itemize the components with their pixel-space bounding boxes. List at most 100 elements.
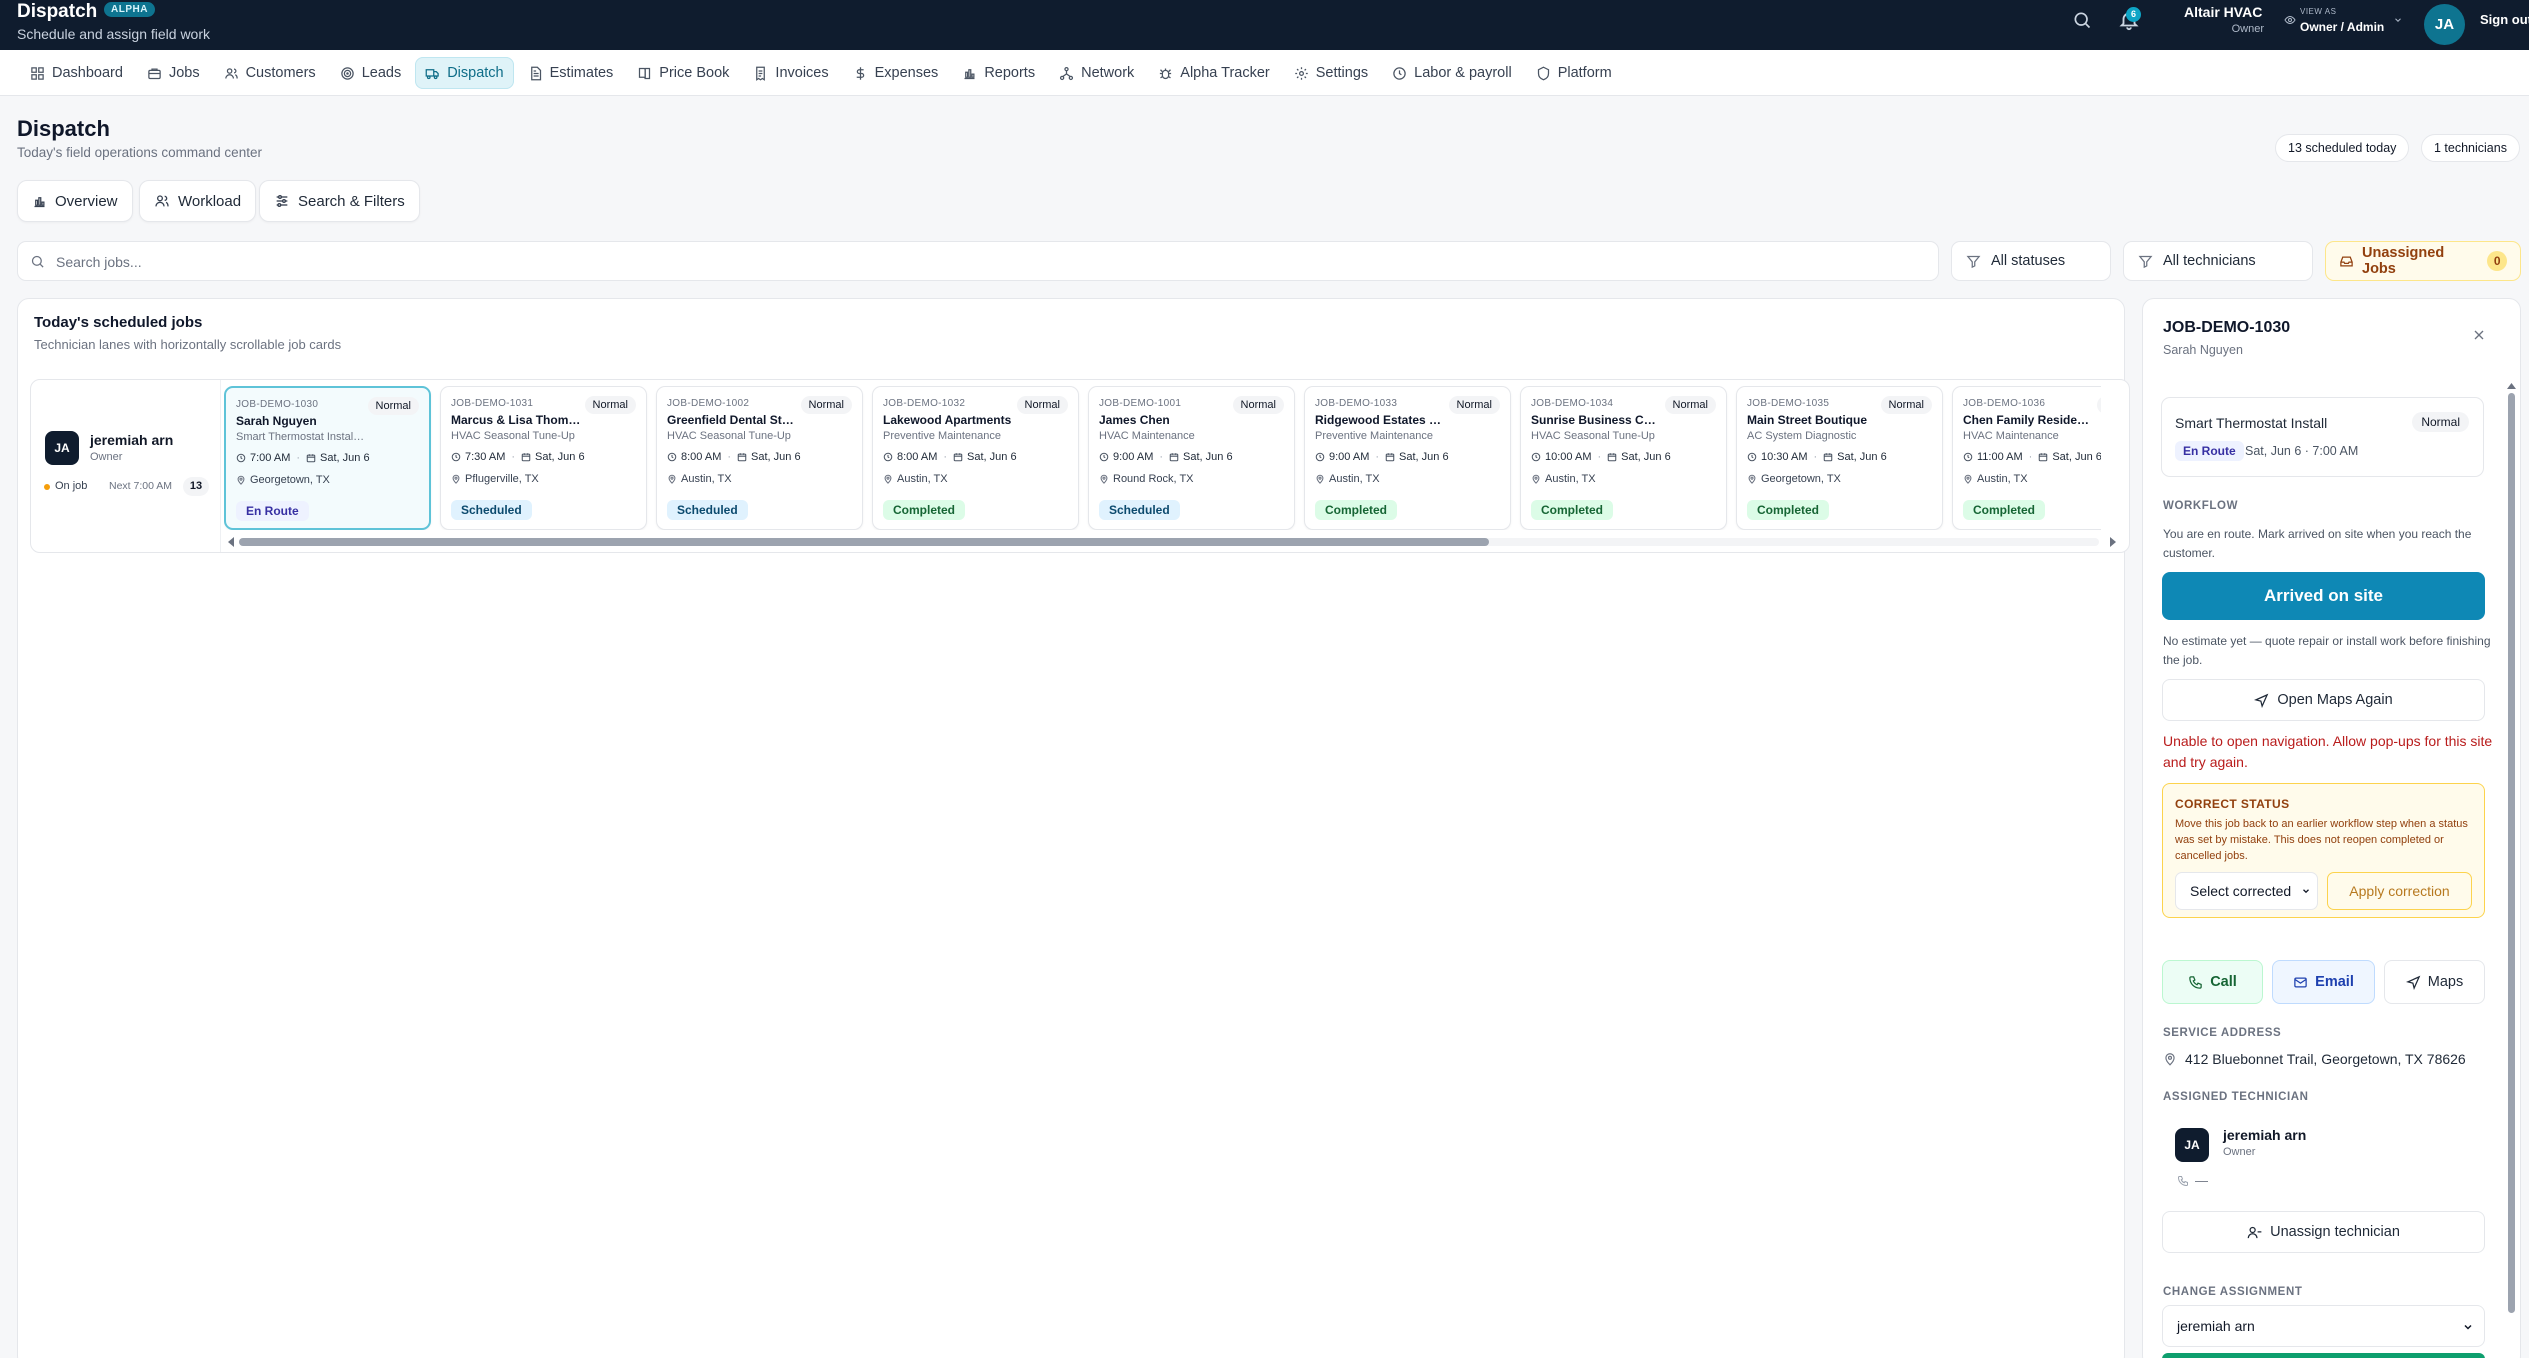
call-label: Call (2210, 974, 2237, 990)
nav-item-labor-payroll[interactable]: Labor & payroll (1382, 57, 1522, 89)
bug-icon (1158, 66, 1173, 81)
job-card-priority: Normal (1232, 396, 1284, 414)
nav-item-expenses[interactable]: Expenses (843, 57, 949, 89)
briefcase-icon (147, 66, 162, 81)
nav-item-label: Jobs (168, 65, 200, 81)
unassigned-jobs-button[interactable]: Unassigned Jobs 0 (2325, 241, 2521, 281)
nav-item-customers[interactable]: Customers (214, 57, 326, 89)
detail-job-summary: Smart Thermostat Install Normal En Route… (2161, 397, 2484, 477)
inbox-icon (2339, 254, 2354, 269)
email-button[interactable]: Email (2272, 960, 2375, 1004)
job-card[interactable]: JOB-DEMO-1030 Normal Sarah Nguyen Smart The… (224, 386, 431, 530)
clock-icon (667, 452, 677, 462)
job-card-date: Sat, Jun 6 (751, 451, 801, 463)
nav-item-dispatch[interactable]: Dispatch (415, 57, 514, 89)
technician-role: Owner (90, 451, 123, 463)
service-address-text: 412 Bluebonnet Trail, Georgetown, TX 786… (2185, 1051, 2466, 1067)
chevron-down-icon[interactable] (2393, 15, 2403, 25)
map-pin-icon (667, 474, 677, 484)
job-card-status-badge: Completed (1531, 500, 1614, 520)
job-search[interactable] (17, 241, 1939, 281)
job-card-date: Sat, Jun 6 (1183, 451, 1233, 463)
vertical-scrollbar[interactable] (2508, 393, 2515, 1313)
sign-out-link[interactable]: Sign out (2480, 12, 2529, 27)
nav-item-jobs[interactable]: Jobs (137, 57, 210, 89)
job-card-schedule: 10:00 AM · Sat, Jun 6 (1531, 451, 1671, 463)
map-pin-icon (1315, 474, 1325, 484)
job-card-id: JOB-DEMO-1031 (451, 398, 534, 409)
correct-status-text: Move this job back to an earlier workflo… (2175, 818, 2468, 862)
job-card[interactable]: JOB-DEMO-1001 Normal James Chen HVAC Mainte… (1088, 386, 1295, 530)
technician-filter[interactable]: All technicians (2123, 241, 2313, 281)
nav-item-network[interactable]: Network (1049, 57, 1144, 89)
assign-button[interactable] (2162, 1353, 2485, 1358)
nav-item-reports[interactable]: Reports (952, 57, 1045, 89)
job-card-status-badge: Completed (1747, 500, 1830, 520)
job-card[interactable]: JOB-DEMO-1031 NormalMarcus & Lisa Thompso… (440, 386, 647, 530)
job-card-location-text: Round Rock, TX (1113, 473, 1194, 485)
nav-item-label: Estimates (549, 65, 614, 81)
job-card[interactable]: JOB-DEMO-1032 Normal Lakewood Apartments Pr… (872, 386, 1079, 530)
job-card-location: Round Rock, TX (1099, 473, 1194, 485)
nav-item-leads[interactable]: Leads (330, 57, 412, 89)
job-card-strip[interactable]: JOB-DEMO-1030 Normal Sarah Nguyen Smart The… (224, 386, 2101, 530)
job-card[interactable]: JOB-DEMO-1033 Normal Ridgewood Estates HOA… (1304, 386, 1511, 530)
job-card[interactable]: JOB-DEMO-1002 Normal Greenfield Dental Stu… (656, 386, 863, 530)
eye-icon (2284, 14, 2296, 26)
scroll-right-icon[interactable] (2109, 537, 2117, 547)
nav-item-price-book[interactable]: Price Book (627, 57, 739, 89)
job-card-time: 7:00 AM (250, 452, 291, 464)
unassign-technician-button[interactable]: Unassign technician (2162, 1211, 2485, 1253)
company-name: Altair HVAC (2184, 4, 2263, 20)
arrived-on-site-button[interactable]: Arrived on site (2162, 572, 2485, 620)
scheduled-today-pill: 13 scheduled today (2275, 134, 2410, 162)
top-bar: Dispatch ALPHA Schedule and assign field… (0, 0, 2529, 50)
job-card-priority: Normal (800, 396, 852, 414)
nav-item-alpha-tracker[interactable]: Alpha Tracker (1148, 57, 1279, 89)
technician-next-job: Next 7:00 AM (109, 480, 173, 492)
job-card-id: JOB-DEMO-1001 (1099, 398, 1182, 409)
view-as-selector[interactable]: Owner / Admin (2300, 20, 2384, 34)
nav-item-dashboard[interactable]: Dashboard (20, 57, 133, 89)
job-card[interactable]: JOB-DEMO-1036 NormalChen Family Residence… (1952, 386, 2101, 530)
search-filters-tab[interactable]: Search & Filters (259, 180, 420, 222)
job-card-status-badge: Completed (883, 500, 966, 520)
horizontal-scrollbar-thumb[interactable] (239, 538, 1489, 546)
search-filters-tab-label: Search & Filters (298, 192, 405, 210)
job-card[interactable]: JOB-DEMO-1035 Normal Main Street Boutique A… (1736, 386, 1943, 530)
workload-tab[interactable]: Workload (139, 180, 257, 222)
nav-item-invoices[interactable]: Invoices (743, 57, 838, 89)
job-card-location-text: Austin, TX (1977, 473, 2028, 485)
scroll-left-icon[interactable] (227, 537, 235, 547)
job-card-service: Preventive Maintenance (883, 430, 1002, 442)
nav-item-label: Network (1081, 65, 1135, 81)
unassigned-count-badge: 0 (2487, 251, 2507, 271)
job-card-service: Smart Thermostat Installation (236, 431, 366, 443)
nav-item-settings[interactable]: Settings (1284, 57, 1378, 89)
app-subtitle: Schedule and assign field work (17, 26, 211, 42)
scroll-up-icon[interactable] (2507, 383, 2516, 389)
nav-item-platform[interactable]: Platform (1526, 57, 1622, 89)
overview-tab[interactable]: Overview (17, 180, 133, 222)
maps-button[interactable]: Maps (2384, 960, 2485, 1004)
status-filter[interactable]: All statuses (1951, 241, 2111, 281)
job-card[interactable]: JOB-DEMO-1034 Normal Sunrise Business Cent… (1520, 386, 1727, 530)
job-card-priority: Normal (367, 397, 419, 415)
apply-correction-button[interactable]: Apply correction (2327, 872, 2472, 910)
map-pin-icon (1531, 474, 1541, 484)
search-icon[interactable] (2072, 10, 2092, 30)
nav-item-label: Reports (984, 65, 1036, 81)
call-button[interactable]: Call (2162, 960, 2263, 1004)
open-maps-again-button[interactable]: Open Maps Again (2162, 679, 2485, 721)
calendar-icon (1607, 452, 1617, 462)
nav-item-estimates[interactable]: Estimates (518, 57, 624, 89)
lane-technician[interactable]: JA jeremiah arn Owner On job Next 7:00 A… (31, 380, 221, 552)
close-icon[interactable] (2471, 327, 2487, 343)
user-minus-icon (2247, 1225, 2262, 1240)
corrected-status-select[interactable]: Select corrected (2175, 872, 2318, 910)
job-card-location-text: Austin, TX (1545, 473, 1596, 485)
change-assignment-select[interactable]: jeremiah arn (2162, 1305, 2485, 1347)
user-avatar[interactable]: JA (2424, 4, 2465, 45)
search-input[interactable] (56, 250, 1856, 274)
job-card-location: Austin, TX (1531, 473, 1596, 485)
